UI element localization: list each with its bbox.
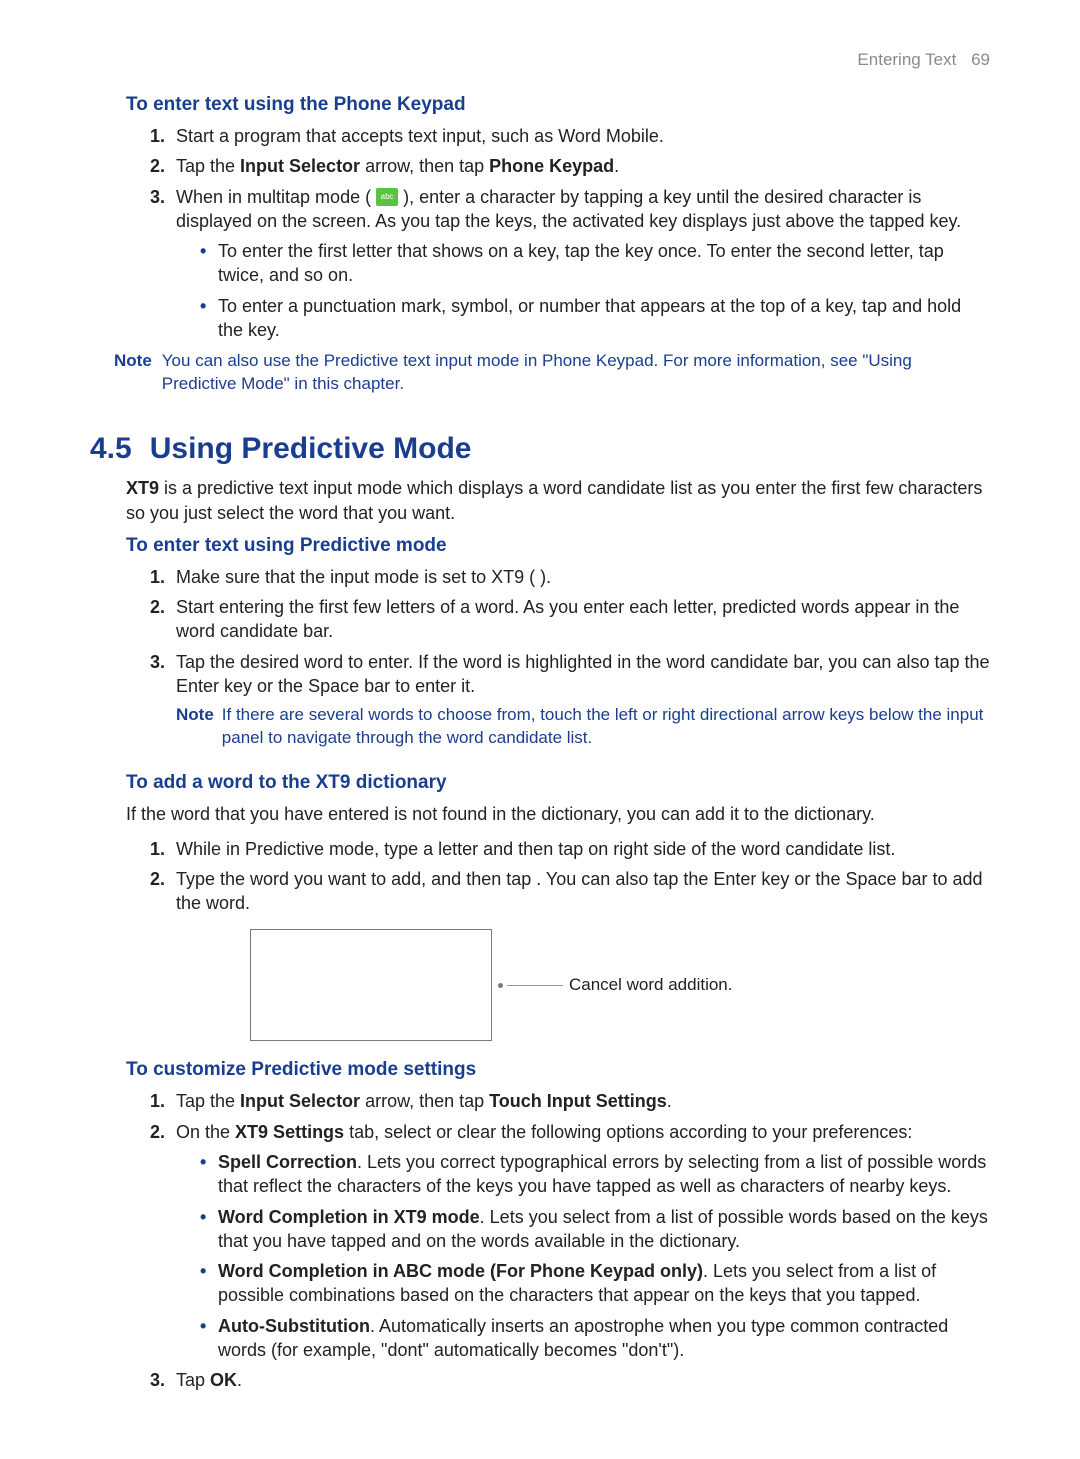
step-text: Tap the Input Selector arrow, then tap P… (176, 156, 619, 176)
step-number: 2. (150, 867, 165, 891)
note-body: If there are several words to choose fro… (222, 704, 990, 750)
list-item: Spell Correction. Lets you correct typog… (200, 1150, 990, 1199)
text: . (614, 156, 619, 176)
step-text: Tap the Input Selector arrow, then tap T… (176, 1091, 672, 1111)
step-number: 1. (150, 124, 165, 148)
multitap-mode-icon (376, 188, 398, 206)
step-number: 2. (150, 154, 165, 178)
step-text: Tap the desired word to enter. If the wo… (176, 652, 990, 696)
note-label: Note (176, 704, 214, 750)
step-number: 3. (150, 650, 165, 674)
bold-text: OK (210, 1370, 237, 1390)
sub-bullets: To enter the first letter that shows on … (200, 239, 990, 342)
list-item: 1. Start a program that accepts text inp… (150, 124, 990, 148)
bold-text: Word Completion in XT9 mode (218, 1207, 480, 1227)
callout-line-icon (507, 985, 563, 986)
step-text: When in multitap mode ( ), enter a chara… (176, 187, 961, 231)
step-number: 1. (150, 1089, 165, 1113)
list-item: Word Completion in XT9 mode. Lets you se… (200, 1205, 990, 1254)
customize-bullets: Spell Correction. Lets you correct typog… (200, 1150, 990, 1362)
page-number: 69 (971, 50, 990, 69)
screenshot-placeholder (250, 929, 492, 1041)
heading-number: 4.5 (90, 432, 132, 466)
subhead-customize: To customize Predictive mode settings (126, 1059, 990, 1081)
bold-text: XT9 Settings (235, 1122, 344, 1142)
list-item: To enter the first letter that shows on … (200, 239, 990, 288)
predictive-enter-steps: 1. Make sure that the input mode is set … (150, 565, 990, 750)
list-item: 2. Start entering the first few letters … (150, 595, 990, 644)
subhead-predictive-enter: To enter text using Predictive mode (126, 535, 990, 557)
step-number: 3. (150, 185, 165, 209)
text: Tap the (176, 156, 240, 176)
phone-keypad-steps: 1. Start a program that accepts text inp… (150, 124, 990, 342)
note-label: Note (114, 350, 152, 396)
text: Tap (176, 1370, 210, 1390)
list-item: 1. Make sure that the input mode is set … (150, 565, 990, 589)
step-number: 2. (150, 1120, 165, 1144)
figure-cancel-word: Cancel word addition. (250, 929, 990, 1041)
text: . (667, 1091, 672, 1111)
bold-text: Auto-Substitution (218, 1316, 370, 1336)
callout: Cancel word addition. (498, 975, 732, 995)
step-number: 1. (150, 837, 165, 861)
callout-text: Cancel word addition. (569, 975, 732, 995)
list-item: 3. When in multitap mode ( ), enter a ch… (150, 185, 990, 343)
running-head: Entering Text 69 (90, 50, 990, 70)
step-text: Tap OK. (176, 1370, 242, 1390)
text: arrow, then tap (360, 156, 489, 176)
heading-title: Using Predictive Mode (150, 432, 472, 466)
list-item: To enter a punctuation mark, symbol, or … (200, 294, 990, 343)
text: arrow, then tap (360, 1091, 489, 1111)
add-word-steps: 1. While in Predictive mode, type a lett… (150, 837, 990, 916)
list-item: 1. While in Predictive mode, type a lett… (150, 837, 990, 861)
step-number: 2. (150, 595, 165, 619)
note-block: Note You can also use the Predictive tex… (114, 350, 990, 396)
bullet-text: To enter a punctuation mark, symbol, or … (218, 296, 961, 340)
subhead-phone-keypad: To enter text using the Phone Keypad (126, 94, 990, 116)
text: When in multitap mode ( (176, 187, 376, 207)
step-text: Start entering the first few letters of … (176, 597, 959, 641)
heading-4-5: 4.5 Using Predictive Mode (90, 432, 990, 466)
customize-steps: 1. Tap the Input Selector arrow, then ta… (150, 1089, 990, 1392)
list-item: 2. Type the word you want to add, and th… (150, 867, 990, 916)
note-body: You can also use the Predictive text inp… (162, 350, 990, 396)
step-number: 1. (150, 565, 165, 589)
step-text: Start a program that accepts text input,… (176, 126, 664, 146)
bold-text: Input Selector (240, 1091, 360, 1111)
text: On the (176, 1122, 235, 1142)
bold-text: XT9 (126, 478, 159, 498)
text: tab, select or clear the following optio… (344, 1122, 912, 1142)
page-container: { "running_head": { "section": "Entering… (0, 0, 1080, 1459)
bold-text: Spell Correction (218, 1152, 357, 1172)
step-number: 3. (150, 1368, 165, 1392)
bullet-text: To enter the first letter that shows on … (218, 241, 944, 285)
list-item: Auto-Substitution. Automatically inserts… (200, 1314, 990, 1363)
text: is a predictive text input mode which di… (126, 478, 982, 522)
note-block: Note If there are several words to choos… (176, 704, 990, 750)
add-word-intro: If the word that you have entered is not… (126, 802, 990, 826)
bold-text: Touch Input Settings (489, 1091, 667, 1111)
callout-dot-icon (498, 983, 503, 988)
list-item: 3. Tap the desired word to enter. If the… (150, 650, 990, 750)
step-text: On the XT9 Settings tab, select or clear… (176, 1122, 912, 1142)
subhead-add-word: To add a word to the XT9 dictionary (126, 772, 990, 794)
step-text: Type the word you want to add, and then … (176, 869, 983, 913)
section-name: Entering Text (857, 50, 956, 69)
predictive-intro: XT9 is a predictive text input mode whic… (126, 476, 990, 525)
bold-text: Word Completion in ABC mode (For Phone K… (218, 1261, 703, 1281)
list-item: 2. On the XT9 Settings tab, select or cl… (150, 1120, 990, 1363)
text: Tap the (176, 1091, 240, 1111)
bold-text: Phone Keypad (489, 156, 614, 176)
list-item: 2. Tap the Input Selector arrow, then ta… (150, 154, 990, 178)
list-item: 3. Tap OK. (150, 1368, 990, 1392)
list-item: 1. Tap the Input Selector arrow, then ta… (150, 1089, 990, 1113)
bold-text: Input Selector (240, 156, 360, 176)
step-text: Make sure that the input mode is set to … (176, 567, 551, 587)
text: . (237, 1370, 242, 1390)
step-text: While in Predictive mode, type a letter … (176, 839, 895, 859)
list-item: Word Completion in ABC mode (For Phone K… (200, 1259, 990, 1308)
